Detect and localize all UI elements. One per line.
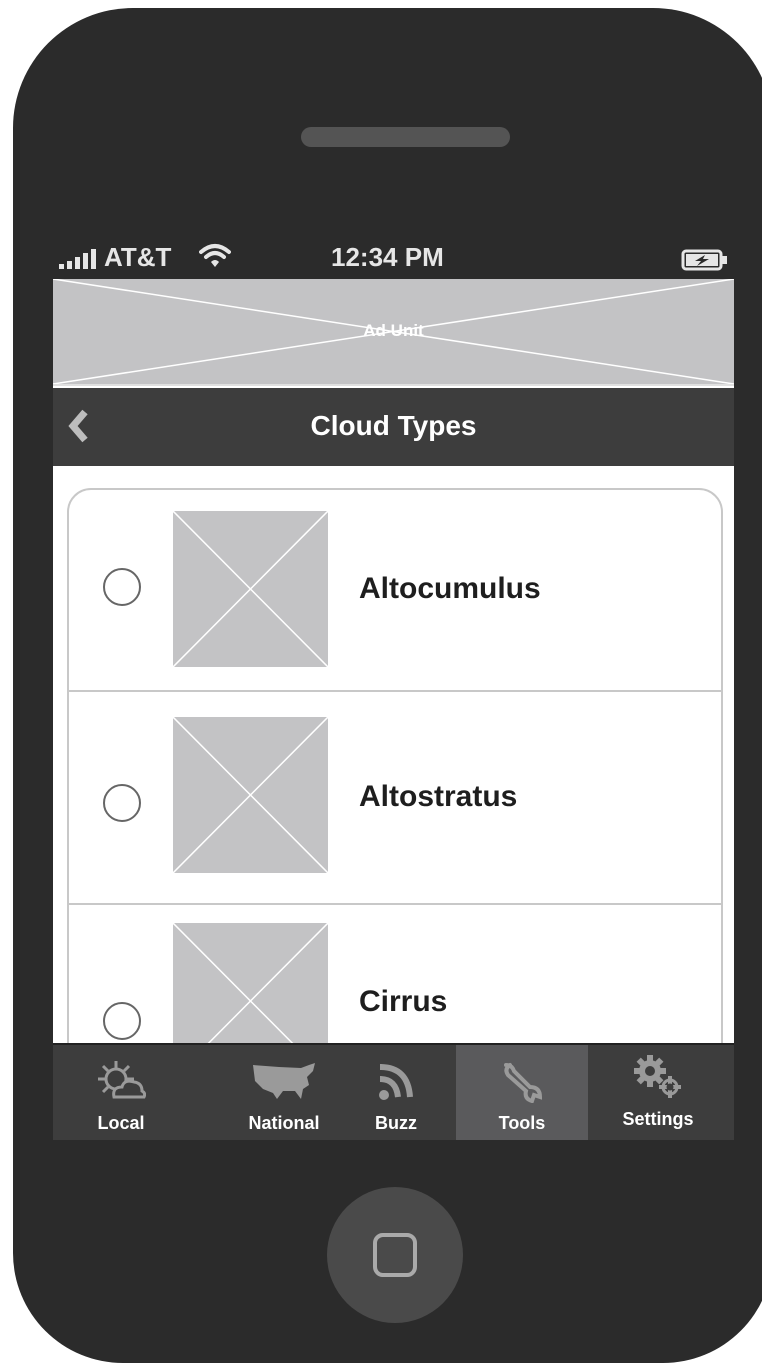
radio-button[interactable] [103, 784, 141, 822]
tab-tools[interactable]: Tools [456, 1045, 588, 1140]
image-placeholder-icon [173, 717, 328, 873]
list-item-label: Cirrus [359, 985, 448, 1018]
radio-button[interactable] [103, 568, 141, 606]
tab-tools-label: Tools [498, 1113, 546, 1133]
ad-unit[interactable]: Ad Unit [53, 279, 734, 386]
gears-icon [588, 1053, 728, 1106]
tab-buzz[interactable]: Buzz [341, 1045, 451, 1140]
wrench-icon [456, 1059, 588, 1108]
tab-local[interactable]: Local [53, 1045, 189, 1140]
status-time: 12:34 PM [331, 242, 444, 272]
speaker-grille [301, 127, 510, 147]
tab-buzz-label: Buzz [375, 1113, 417, 1133]
carrier-name: AT&T [104, 242, 172, 272]
navigation-bar: Cloud Types [53, 388, 734, 466]
tab-national[interactable]: National [219, 1045, 349, 1140]
usa-map-icon [219, 1059, 349, 1108]
radio-button[interactable] [103, 1002, 141, 1040]
screen: AT&T 12:34 PM Ad Unit Cloud Types Altocu… [53, 235, 734, 1140]
list-item-label: Altostratus [359, 780, 518, 813]
list-item[interactable]: Altocumulus [69, 490, 721, 690]
list-item[interactable]: Altostratus [69, 692, 721, 903]
home-button[interactable] [327, 1187, 463, 1323]
list-item-label: Altocumulus [359, 572, 541, 605]
image-placeholder-icon [173, 511, 328, 667]
tab-bar: Local National Buzz Tools Settings [53, 1043, 734, 1140]
home-button-icon [373, 1233, 417, 1277]
status-bar: AT&T 12:34 PM [53, 235, 734, 279]
tab-national-label: National [248, 1113, 320, 1133]
page-title: Cloud Types [310, 410, 477, 441]
tab-settings[interactable]: Settings [588, 1045, 728, 1140]
ad-unit-label: Ad Unit [363, 321, 424, 340]
sun-cloud-icon [53, 1059, 189, 1108]
tab-settings-label: Settings [622, 1109, 694, 1129]
tab-local-label: Local [97, 1113, 145, 1133]
wifi-icon [199, 243, 231, 276]
rss-icon [341, 1059, 451, 1108]
battery-charging-icon [681, 247, 729, 278]
